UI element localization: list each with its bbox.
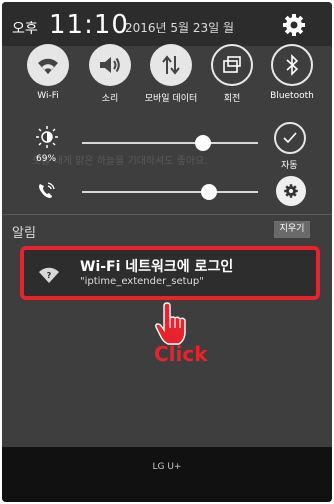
- bluetooth-toggle[interactable]: Bluetooth: [266, 44, 318, 101]
- sound-settings-button[interactable]: [276, 176, 306, 206]
- gear-icon: [284, 184, 298, 198]
- svg-text:?: ?: [47, 271, 52, 280]
- notification-subtitle: "iptime_extender_setup": [80, 276, 204, 287]
- volume-slider-track[interactable]: [82, 191, 258, 193]
- data-arrows-icon: [150, 44, 192, 86]
- carrier-label: LG U+: [152, 462, 182, 472]
- status-bar: 오후 11:10 2016년 5월 23일 월: [2, 2, 332, 46]
- brightness-percent: 69%: [36, 154, 57, 164]
- bluetooth-icon: [271, 44, 313, 86]
- alerts-heading: 알림: [12, 226, 36, 241]
- volume-row: [2, 176, 332, 210]
- notification-title: Wi-Fi 네트워크에 로그인: [80, 259, 234, 275]
- clock: 11:10: [49, 10, 129, 40]
- bottom-bar: [2, 447, 332, 502]
- phone-frame: 오늘 내게 맑은 하늘을 기대하셔도 좋아요. 오후 11:10 2016년 5…: [2, 2, 332, 502]
- rotation-label: 회전: [223, 94, 241, 104]
- divider: [2, 214, 332, 215]
- ampm-label: 오후: [12, 21, 38, 37]
- brightness-slider-thumb[interactable]: [195, 135, 212, 151]
- wifi-icon: [27, 44, 69, 86]
- settings-gear-icon[interactable]: [281, 12, 307, 38]
- sound-label: 소리: [101, 94, 119, 104]
- sound-toggle[interactable]: 소리: [84, 44, 136, 104]
- volume-slider-thumb[interactable]: [200, 184, 217, 200]
- clear-notifications-button[interactable]: 지우기: [274, 221, 310, 238]
- speaker-icon: [89, 44, 131, 86]
- click-annotation: Click: [154, 342, 208, 366]
- pointing-hand-icon: [153, 302, 193, 346]
- mobile-data-label: 모바일 데이터: [144, 94, 198, 104]
- checkmark-icon: [283, 132, 297, 144]
- wifi-question-icon: ?: [38, 266, 60, 284]
- wifi-toggle[interactable]: Wi-Fi: [22, 44, 74, 101]
- brightness-row: 69% 자동: [2, 120, 332, 171]
- mobile-data-toggle[interactable]: 모바일 데이터: [145, 44, 197, 104]
- auto-brightness-button[interactable]: [274, 122, 306, 154]
- notification-shade: 오늘 내게 맑은 하늘을 기대하셔도 좋아요. 오후 11:10 2016년 5…: [2, 2, 332, 447]
- rotate-icon: [211, 44, 253, 86]
- wifi-label: Wi-Fi: [37, 91, 59, 101]
- ringtone-icon: [36, 180, 58, 202]
- wifi-login-notification[interactable]: ? Wi-Fi 네트워크에 로그인 "iptime_extender_setup…: [20, 246, 320, 300]
- date-label: 2016년 5월 23일 월: [125, 21, 235, 35]
- brightness-icon: [36, 126, 58, 148]
- brightness-slider-track[interactable]: [82, 142, 258, 144]
- rotation-toggle[interactable]: 회전: [206, 44, 258, 104]
- bluetooth-label: Bluetooth: [270, 91, 314, 101]
- auto-brightness-label: 자동: [281, 161, 298, 171]
